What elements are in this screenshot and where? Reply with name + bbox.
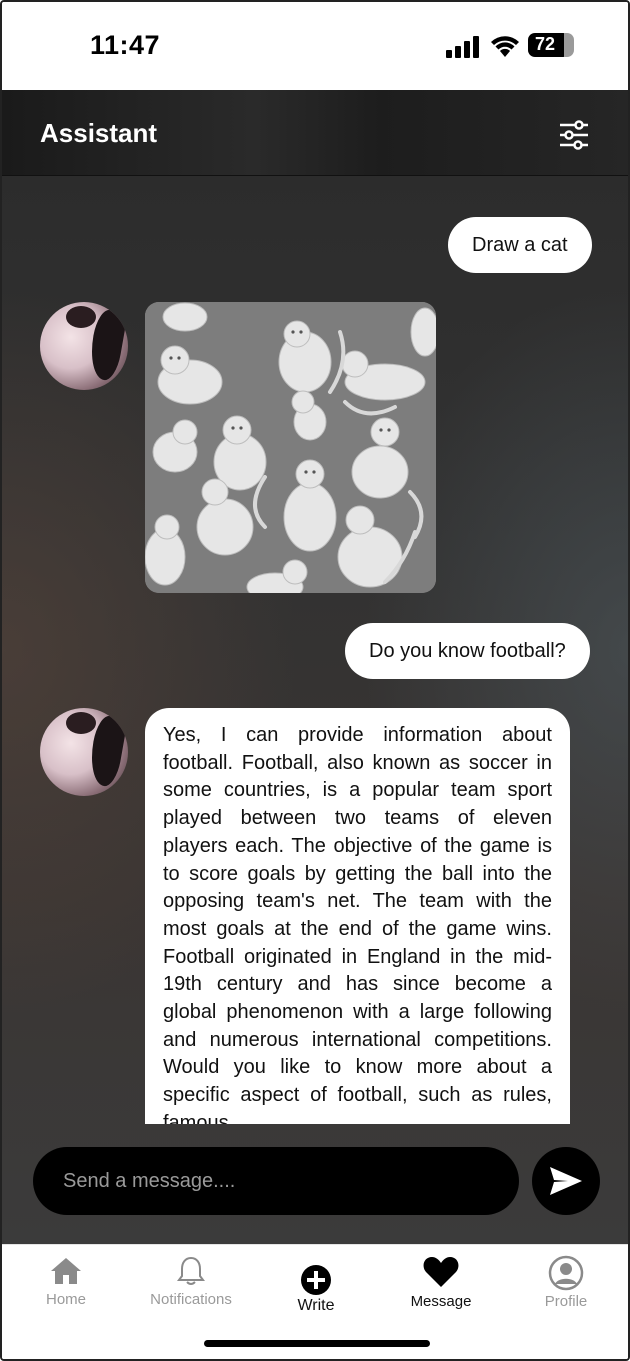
status-time: 11:47 (90, 30, 161, 60)
message-composer (33, 1147, 519, 1215)
assistant-avatar (40, 302, 128, 390)
user-message: Do you know football? (345, 623, 590, 679)
cellular-signal-icon (446, 36, 480, 58)
assistant-message-text: Yes, I can provide information about foo… (163, 724, 552, 1124)
user-message: Draw a cat (448, 217, 592, 273)
assistant-avatar (40, 708, 128, 796)
sliders-icon[interactable] (558, 120, 590, 150)
nav-label-write: Write (297, 1297, 335, 1314)
wifi-icon (491, 36, 519, 57)
app-header: Assistant (2, 90, 628, 176)
plus-circle-icon (301, 1265, 331, 1295)
nav-message[interactable]: Message (381, 1255, 501, 1325)
battery-icon: 72 (528, 33, 574, 57)
user-circle-icon (548, 1255, 584, 1291)
message-input[interactable] (63, 1147, 493, 1215)
generated-cat-image[interactable] (145, 302, 436, 593)
battery-level: 72 (534, 34, 556, 54)
send-button[interactable] (532, 1147, 600, 1215)
send-icon (550, 1167, 582, 1195)
nav-home[interactable]: Home (6, 1255, 126, 1325)
bell-icon (177, 1256, 205, 1285)
page-title: Assistant (40, 118, 158, 148)
nav-profile[interactable]: Profile (506, 1255, 626, 1325)
cat-pattern-image (145, 302, 436, 593)
nav-label-profile: Profile (544, 1293, 588, 1310)
nav-notifications[interactable]: Notifications (131, 1255, 251, 1325)
nav-write[interactable]: Write (256, 1255, 376, 1325)
home-icon (51, 1258, 81, 1284)
phone-screen: 11:47 72 Assistant Draw a cat Do you kno… (0, 0, 630, 1361)
nav-label-message: Message (410, 1293, 472, 1310)
home-indicator (204, 1340, 430, 1347)
chat-area[interactable]: Assistant Draw a cat Do you know footbal… (2, 90, 628, 1244)
heart-icon (423, 1257, 459, 1287)
nav-label-notifications: Notifications (150, 1291, 232, 1308)
assistant-message: Yes, I can provide information about foo… (145, 708, 570, 1124)
status-bar: 11:47 72 (2, 2, 628, 90)
nav-label-home: Home (45, 1291, 86, 1308)
